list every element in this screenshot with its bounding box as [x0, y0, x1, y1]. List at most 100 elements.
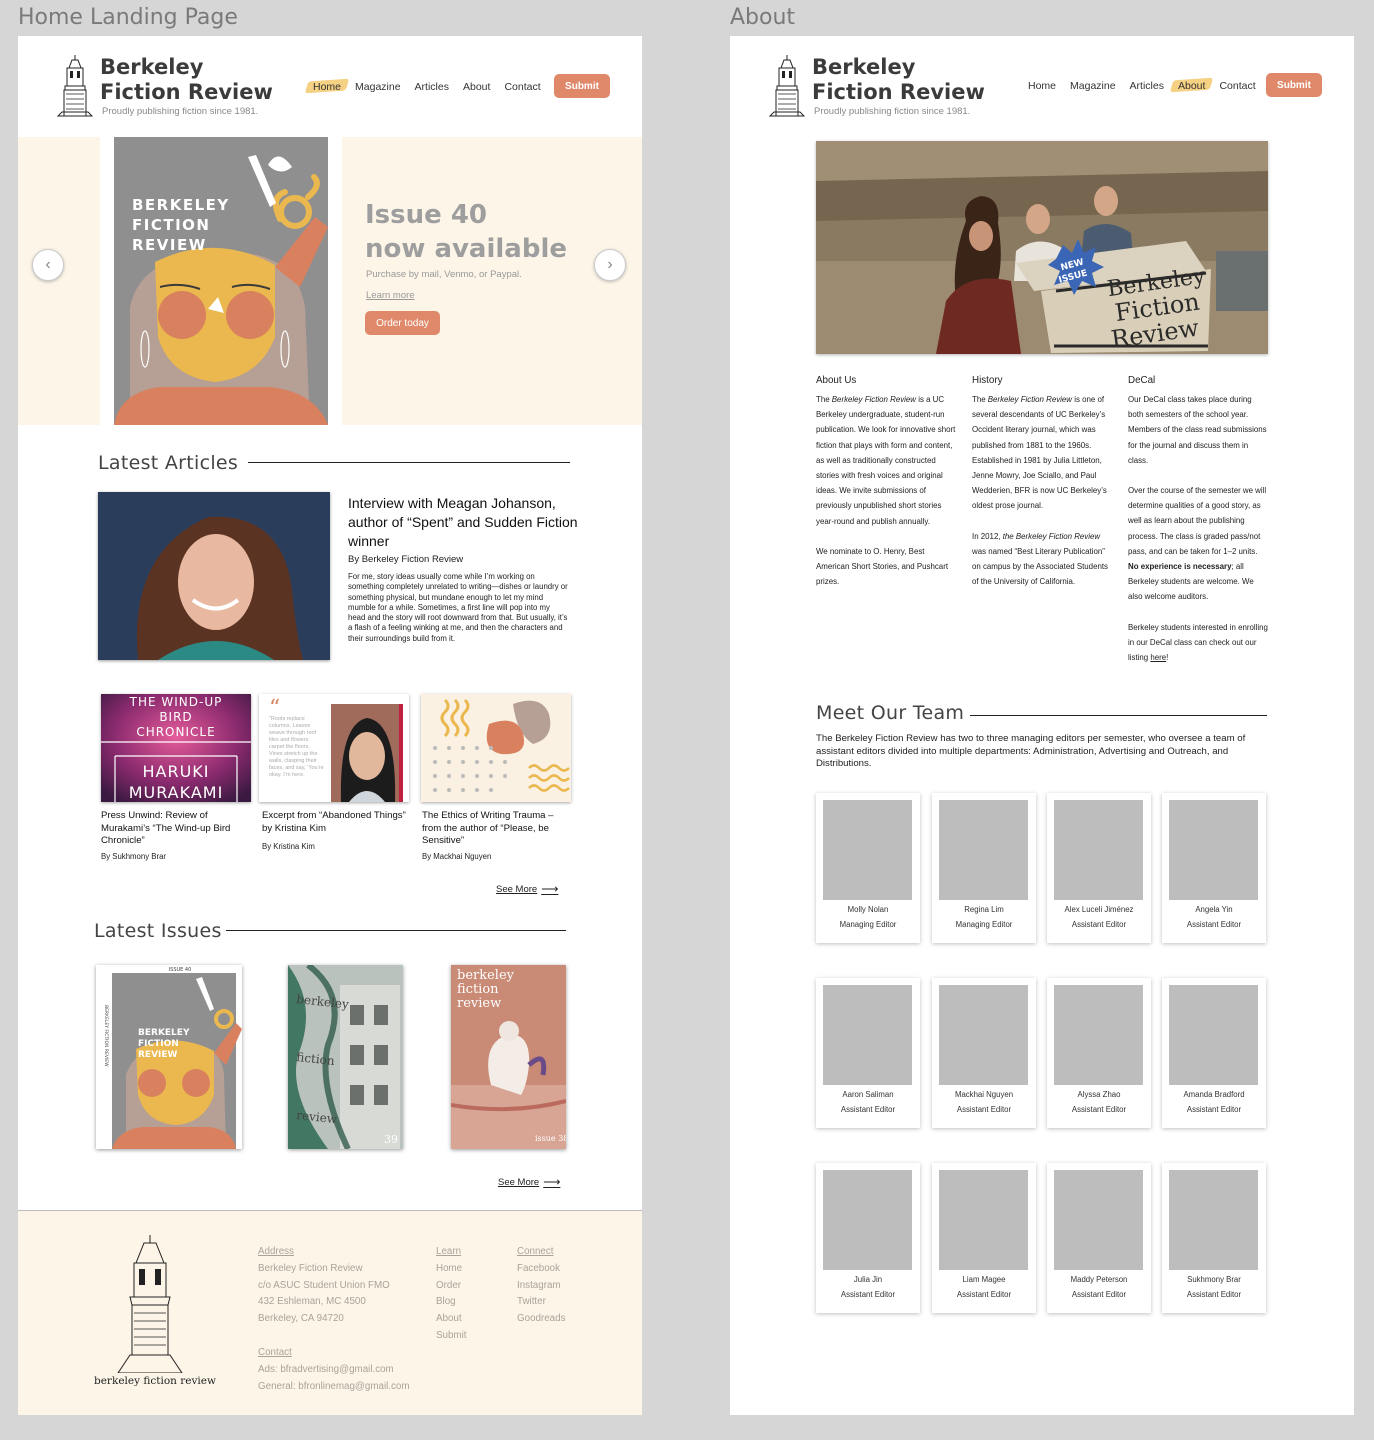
nav-magazine[interactable]: Magazine	[1070, 80, 1116, 92]
decal-text-1: Our DeCal class takes place during both …	[1128, 395, 1267, 465]
frame-label-about: About	[730, 5, 796, 30]
footer-link-facebook[interactable]: Facebook	[517, 1261, 565, 1278]
carousel-next-button[interactable]: ›	[594, 249, 626, 281]
see-more-label: See More	[496, 883, 538, 895]
divider	[248, 462, 570, 463]
team-member-card[interactable]: Alyssa Zhao Assistant Editor	[1047, 978, 1151, 1128]
team-member-card[interactable]: Maddy Peterson Assistant Editor	[1047, 1163, 1151, 1313]
carousel-prev-button[interactable]: ‹	[32, 249, 64, 281]
member-photo-placeholder	[939, 1170, 1028, 1270]
learn-more-link[interactable]: Learn more	[366, 290, 415, 301]
issue40-word-2: FICTION	[138, 1039, 179, 1049]
team-member-card[interactable]: Julia Jin Assistant Editor	[816, 1163, 920, 1313]
team-intro-text: The Berkeley Fiction Review has two to t…	[816, 733, 1246, 769]
article-card-1-title[interactable]: Press Unwind: Review of Murakami’s “The …	[101, 810, 251, 848]
article-card-1-image[interactable]: THE WIND-UP BIRD CHRONICLE HARUKI MURAKA…	[101, 694, 251, 802]
footer-email-general[interactable]: General: bfronlinemag@gmail.com	[258, 1379, 410, 1396]
decal-listing-link[interactable]: here	[1150, 653, 1166, 662]
vintage-staff-photo-icon: NEW ISSUE Berkeley Fiction Review	[816, 141, 1268, 354]
member-photo-placeholder	[939, 800, 1028, 900]
article-card-1-byline: By Sukhmony Brar	[101, 852, 166, 861]
team-member-card[interactable]: Amanda Bradford Assistant Editor	[1162, 978, 1266, 1128]
issue-40-cover-icon: ISSUE 40 BERKELEY FICTION REVIEW BERKELE…	[103, 967, 242, 1149]
about-us-prizes: We nominate to O. Henry, Best American S…	[816, 546, 949, 587]
nav-magazine[interactable]: Magazine	[355, 81, 401, 93]
footer-learn-col: Learn Home Order Blog About Submit	[436, 1244, 467, 1345]
member-photo-placeholder	[939, 985, 1028, 1085]
team-member-card[interactable]: Mackhai Nguyen Assistant Editor	[932, 978, 1036, 1128]
team-member-card[interactable]: Angela Yin Assistant Editor	[1162, 793, 1266, 943]
footer-address-line: Berkeley, CA 94720	[258, 1313, 344, 1325]
decal-heading: DeCal	[1128, 375, 1156, 386]
issue39-number: 39	[384, 1133, 398, 1146]
footer-link-twitter[interactable]: Twitter	[517, 1294, 565, 1311]
member-name: Sukhmony Brar	[1187, 1275, 1241, 1284]
footer-link-blog[interactable]: Blog	[436, 1294, 467, 1311]
member-photo-placeholder	[1169, 1170, 1258, 1270]
chevron-left-icon: ‹	[45, 256, 51, 273]
issue-38-thumbnail[interactable]: berkeley fiction review issue 38	[451, 965, 566, 1149]
team-member-card[interactable]: Regina Lim Managing Editor	[932, 793, 1036, 943]
campanile-logo-icon[interactable]	[767, 54, 807, 120]
hero-title-line1: Issue 40	[365, 200, 488, 230]
site-footer: berkeley fiction review Address Berkeley…	[18, 1210, 642, 1415]
footer-link-home[interactable]: Home	[436, 1261, 467, 1278]
nav-articles[interactable]: Articles	[1130, 80, 1164, 92]
nav-contact[interactable]: Contact	[504, 81, 540, 93]
about-us-text-pre: The	[816, 395, 832, 404]
member-photo-placeholder	[823, 800, 912, 900]
articles-see-more-link[interactable]: See More ⟶	[496, 882, 558, 896]
nav-home[interactable]: Home	[1028, 80, 1056, 92]
article-card-3-byline: By Mackhai Nguyen	[422, 852, 492, 861]
main-nav: Home Magazine Articles About Contact	[1028, 80, 1256, 92]
see-more-label: See More	[498, 1176, 540, 1188]
card1-line2: BIRD	[159, 710, 192, 724]
nav-home[interactable]: Home	[313, 81, 341, 93]
member-name: Julia Jin	[853, 1275, 883, 1284]
footer-link-goodreads[interactable]: Goodreads	[517, 1311, 565, 1328]
issue-40-thumbnail[interactable]: ISSUE 40 BERKELEY FICTION REVIEW BERKELE…	[96, 965, 242, 1149]
member-photo-placeholder	[1169, 985, 1258, 1085]
order-today-button[interactable]: Order today	[365, 311, 440, 335]
nav-contact[interactable]: Contact	[1219, 80, 1255, 92]
brand-line2: Fiction Review	[100, 80, 273, 104]
team-member-card[interactable]: Liam Magee Assistant Editor	[932, 1163, 1036, 1313]
nav-articles[interactable]: Articles	[415, 81, 449, 93]
footer-contact-heading: Contact	[258, 1347, 292, 1358]
submit-button[interactable]: Submit	[554, 74, 610, 98]
footer-link-instagram[interactable]: Instagram	[517, 1278, 565, 1295]
footer-link-order[interactable]: Order	[436, 1278, 467, 1295]
issue38-number: issue 38	[535, 1134, 566, 1143]
team-member-card[interactable]: Alex Luceli Jiménez Assistant Editor	[1047, 793, 1151, 943]
article-card-2-title[interactable]: Excerpt from “Abandoned Things” by Krist…	[262, 810, 412, 835]
brand-line2: Fiction Review	[812, 80, 985, 104]
history-text-pre: The	[972, 395, 988, 404]
decal-text-3-post: !	[1166, 653, 1169, 663]
team-member-card[interactable]: Molly Nolan Managing Editor	[816, 793, 920, 943]
feature-article-image[interactable]	[98, 492, 330, 660]
feature-article-title[interactable]: Interview with Meagan Johanson, author o…	[348, 494, 578, 551]
issue40-word-1: BERKELEY	[138, 1028, 190, 1038]
article-card-3-image[interactable]	[421, 694, 571, 802]
submit-button[interactable]: Submit	[1266, 73, 1322, 97]
feature-article-byline: By Berkeley Fiction Review	[348, 554, 464, 565]
team-member-card[interactable]: Aaron Saliman Assistant Editor	[816, 978, 920, 1128]
footer-email-ads[interactable]: Ads: bfradvertising@gmail.com	[258, 1362, 410, 1379]
card1-line4: HARUKI	[142, 762, 209, 781]
issue-39-thumbnail[interactable]: berkeley fiction review 39	[288, 965, 403, 1149]
nav-about[interactable]: About	[463, 81, 490, 93]
card1-line5: MURAKAMI	[129, 783, 224, 802]
footer-link-about[interactable]: About	[436, 1311, 467, 1328]
campanile-logo-icon[interactable]	[55, 54, 95, 120]
team-member-card[interactable]: Sukhmony Brar Assistant Editor	[1162, 1163, 1266, 1313]
issues-see-more-link[interactable]: See More ⟶	[498, 1175, 560, 1189]
member-photo-placeholder	[1169, 800, 1258, 900]
article-card-3-title[interactable]: The Ethics of Writing Trauma – from the …	[422, 810, 572, 848]
nav-about[interactable]: About	[1178, 80, 1205, 92]
footer-link-submit[interactable]: Submit	[436, 1328, 467, 1345]
feature-article-excerpt: For me, story ideas usually come while I…	[348, 572, 568, 643]
article-card-2-image[interactable]: “ “Roots replace columns. Leaves weave t…	[259, 694, 409, 802]
footer-learn-heading: Learn	[436, 1246, 462, 1257]
main-nav: Home Magazine Articles About Contact	[313, 81, 541, 93]
issue-40-cover-image[interactable]: BERKELEY FICTION REVIEW	[100, 137, 342, 425]
